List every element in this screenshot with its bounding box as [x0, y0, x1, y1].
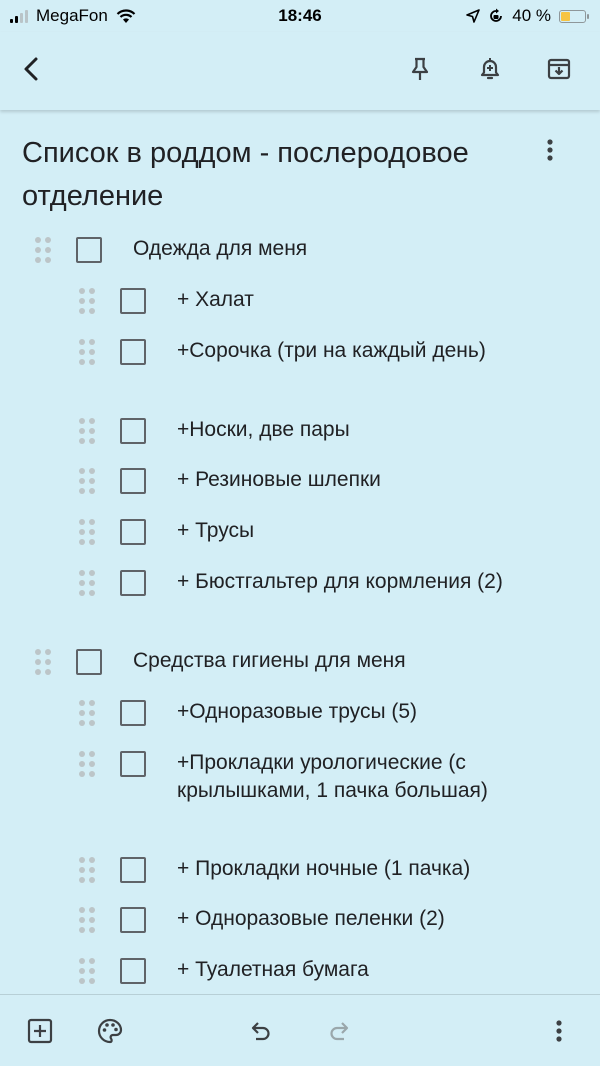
checkbox[interactable] — [120, 519, 146, 545]
checklist-item-text[interactable]: + Халат — [177, 286, 517, 314]
drag-handle-icon[interactable] — [79, 905, 99, 937]
redo-icon — [330, 1022, 349, 1041]
note-title[interactable]: Список в роддом - послеродовое отделение — [22, 132, 522, 218]
drag-handle-icon[interactable] — [79, 749, 99, 781]
drag-handle-icon[interactable] — [79, 517, 99, 549]
battery-icon — [559, 9, 589, 23]
palette-icon — [97, 1018, 123, 1044]
archive-icon — [547, 58, 571, 80]
drag-handle-icon[interactable] — [79, 286, 99, 318]
checkbox[interactable] — [120, 418, 146, 444]
bottom-toolbar — [0, 994, 600, 1066]
drag-handle-icon[interactable] — [35, 647, 55, 679]
checkbox[interactable] — [120, 907, 146, 933]
checklist-item-text[interactable]: + Одноразовые пеленки (2) — [177, 905, 517, 933]
note-editor-screen: MegaFon 18:46 40 % Список в роддом - пос… — [0, 0, 600, 1066]
checklist-item-text[interactable]: + Резиновые шлепки — [177, 466, 517, 494]
checklist-item-text[interactable]: +Сорочка (три на каждый день) — [177, 337, 517, 365]
checkbox[interactable] — [76, 649, 102, 675]
checkbox[interactable] — [120, 958, 146, 984]
checkbox[interactable] — [120, 751, 146, 777]
more-options-button[interactable] — [537, 1009, 581, 1053]
checklist-item-text[interactable]: + Трусы — [177, 517, 517, 545]
drag-handle-icon[interactable] — [79, 956, 99, 988]
checkbox[interactable] — [76, 237, 102, 263]
checkbox[interactable] — [120, 288, 146, 314]
orientation-lock-icon — [490, 8, 503, 22]
checkbox[interactable] — [120, 570, 146, 596]
drag-handle-icon[interactable] — [79, 466, 99, 498]
checklist-item-text[interactable]: +Прокладки урологические (с крылышками, … — [177, 749, 517, 805]
reminder-button[interactable] — [468, 47, 512, 91]
status-right: 40 % — [466, 6, 589, 26]
checklist-item-text[interactable]: Одежда для меня — [133, 235, 533, 263]
undo-button[interactable] — [238, 1009, 282, 1053]
battery-percent: 40 % — [512, 6, 551, 25]
checklist-item-text[interactable]: + Прокладки ночные (1 пачка) — [177, 855, 517, 883]
pin-button[interactable] — [398, 47, 442, 91]
checklist-item-text[interactable]: +Носки, две пары — [177, 416, 517, 444]
title-menu-button[interactable] — [528, 128, 572, 172]
location-arrow-icon — [466, 9, 481, 23]
checklist-item-text[interactable]: +Одноразовые трусы (5) — [177, 698, 517, 726]
checkbox[interactable] — [120, 339, 146, 365]
drag-handle-icon[interactable] — [79, 416, 99, 448]
more-vert-icon — [547, 139, 553, 161]
more-vert-icon — [556, 1020, 562, 1042]
checklist-item-text[interactable]: + Туалетная бумага — [177, 956, 517, 984]
checkbox[interactable] — [120, 700, 146, 726]
redo-button[interactable] — [318, 1009, 362, 1053]
drag-handle-icon[interactable] — [79, 855, 99, 887]
note-toolbar — [0, 32, 600, 110]
status-bar: MegaFon 18:46 40 % — [0, 0, 600, 32]
archive-button[interactable] — [537, 47, 581, 91]
drag-handle-icon[interactable] — [35, 235, 55, 267]
drag-handle-icon[interactable] — [79, 698, 99, 730]
add-box-icon — [27, 1018, 53, 1044]
palette-button[interactable] — [88, 1009, 132, 1053]
checkbox[interactable] — [120, 468, 146, 494]
checklist-item-text[interactable]: Средства гигиены для меня — [133, 647, 533, 675]
drag-handle-icon[interactable] — [79, 337, 99, 369]
undo-icon — [251, 1022, 270, 1041]
back-arrow-icon — [24, 57, 38, 81]
back-button[interactable] — [10, 47, 54, 91]
checklist-item-text[interactable]: + Бюстгальтер для кормления (2) — [177, 568, 517, 596]
drag-handle-icon[interactable] — [79, 568, 99, 600]
checkbox[interactable] — [120, 857, 146, 883]
pin-icon — [411, 57, 429, 80]
bell-plus-icon — [480, 58, 500, 80]
add-button[interactable] — [18, 1009, 62, 1053]
